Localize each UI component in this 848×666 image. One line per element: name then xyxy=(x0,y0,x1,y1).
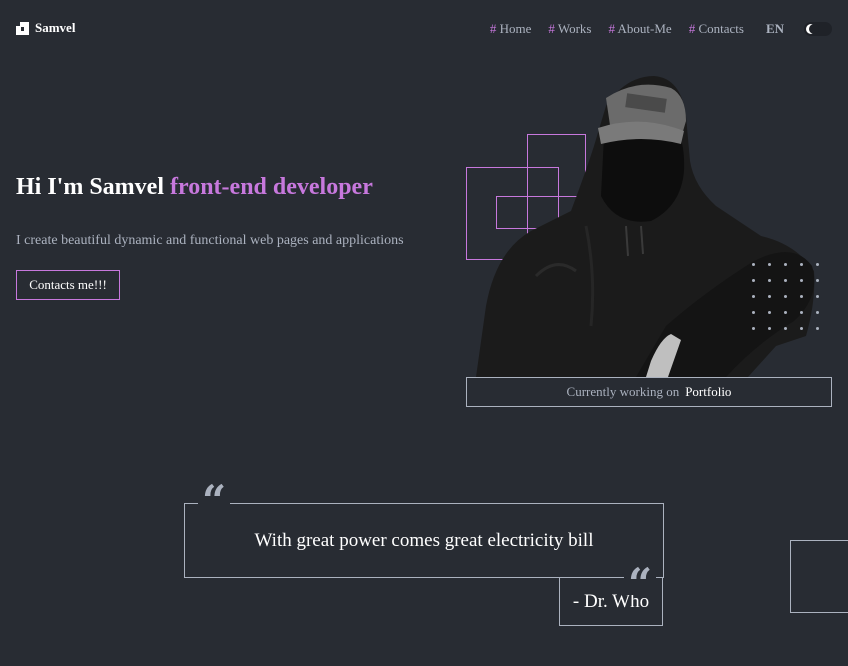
language-selector[interactable]: EN xyxy=(766,21,784,37)
hero-portrait-image xyxy=(476,76,815,377)
hero-subtitle: I create beautiful dynamic and functiona… xyxy=(16,233,404,248)
nav-contacts[interactable]: # Contacts xyxy=(689,21,744,37)
logo-icon xyxy=(16,21,29,35)
decorative-dot-grid xyxy=(752,263,819,330)
decorative-side-rectangle xyxy=(790,540,848,613)
main-nav: # Home # Works # About-Me # Contacts EN xyxy=(473,20,832,38)
quote-text: With great power comes great electricity… xyxy=(254,529,594,551)
nav-home[interactable]: # Home xyxy=(490,21,532,37)
quote-box: With great power comes great electricity… xyxy=(184,503,664,578)
logo-name: Samvel xyxy=(35,20,76,35)
quote-icon: “ xyxy=(624,563,657,595)
theme-toggle-icon xyxy=(806,24,819,34)
quote-icon: “ xyxy=(198,480,231,512)
hero-title-accent: front-end developer xyxy=(170,174,373,200)
status-prefix: Currently working on xyxy=(566,384,680,399)
theme-toggle[interactable] xyxy=(804,22,832,36)
status-project: Portfolio xyxy=(685,384,732,399)
nav-about-me[interactable]: # About-Me xyxy=(608,21,671,37)
hero-title: Hi I'm Samvel front-end developer xyxy=(16,174,373,200)
nav-works[interactable]: # Works xyxy=(548,21,591,37)
current-project-status: Currently working on Portfolio xyxy=(466,377,832,407)
contact-button[interactable]: Contacts me!!! xyxy=(16,270,120,300)
logo[interactable]: Samvel xyxy=(16,20,75,36)
